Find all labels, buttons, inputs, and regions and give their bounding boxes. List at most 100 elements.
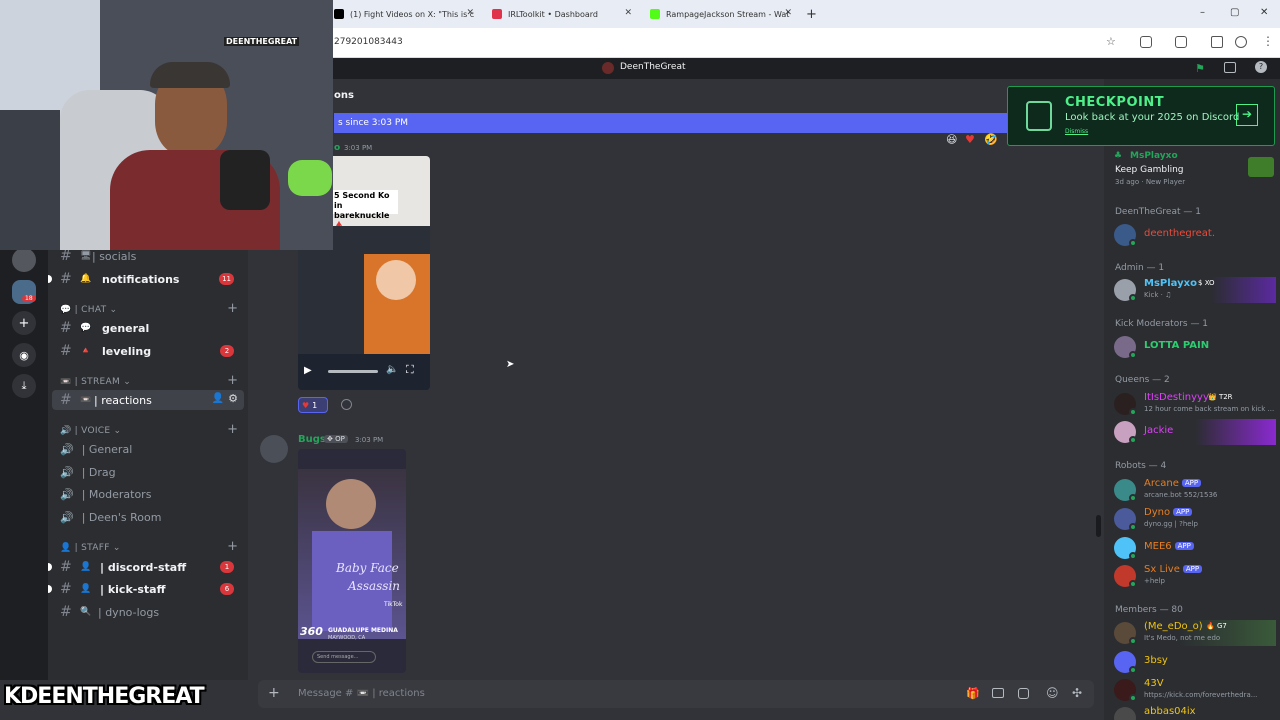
apps-icon[interactable]: ✣ [1072, 686, 1082, 700]
member-row[interactable]: Arcane APP arcane.bot 552/1536 [1114, 477, 1276, 503]
mouse-cursor-icon: ➤ [506, 359, 515, 370]
close-tab-icon[interactable]: ✕ [624, 8, 632, 18]
message-author[interactable]: o [334, 143, 340, 153]
invite-icon[interactable]: 👤 [212, 393, 224, 404]
create-channel-icon[interactable]: + [227, 422, 238, 437]
member-row[interactable]: 43V https://kick.com/foreverthedra... [1114, 677, 1276, 703]
volume-icon[interactable]: 🔈 [386, 364, 398, 375]
message-author[interactable]: Bugs [298, 434, 326, 445]
chat-scrollbar[interactable] [1096, 515, 1101, 537]
rofl-emoji-icon[interactable]: 🤣 [984, 133, 998, 146]
category-chat[interactable]: 💬 | CHAT ⌄ [60, 305, 117, 315]
channel-notifications[interactable]: # 🔔 notifications 11 [48, 269, 244, 289]
tiktok-video-attachment[interactable]: Baby Face Assassin TikTok 360 GUADALUPE … [298, 449, 406, 673]
new-messages-bar[interactable]: s since 3:03 PM [334, 113, 1104, 133]
heart-emoji-icon[interactable]: ♥ [965, 133, 975, 146]
online-status [1129, 580, 1137, 588]
add-server-icon[interactable]: + [12, 311, 36, 335]
browser-menu-icon[interactable]: ⋮ [1262, 34, 1274, 48]
cast-icon[interactable] [1175, 36, 1187, 48]
attach-plus-icon[interactable]: + [268, 685, 280, 701]
fullscreen-icon[interactable]: ⛶ [406, 363, 414, 377]
member-row[interactable]: MEE6 APP [1114, 535, 1276, 561]
settings-gear-icon[interactable]: ⚙ [228, 392, 238, 405]
member-row[interactable]: MsPlayxo $ XO Kick · ♫ [1114, 277, 1276, 303]
category-stream[interactable]: 📼 | STREAM ⌄ [60, 377, 131, 387]
server-avatar[interactable] [12, 248, 36, 272]
voice-channel-drag[interactable]: 🔊 | Drag [60, 466, 116, 479]
create-channel-icon[interactable]: + [227, 373, 238, 388]
category-staff[interactable]: 👤 | STAFF ⌄ [60, 543, 121, 553]
voice-channel-moderators[interactable]: 🔊 | Moderators [60, 488, 151, 501]
close-tab-icon[interactable]: ✕ [784, 8, 792, 18]
gif-icon[interactable] [992, 688, 1004, 698]
minimize-button[interactable]: – [1200, 7, 1205, 18]
category-label: | VOICE [74, 426, 111, 436]
new-messages-text: s since 3:03 PM [338, 118, 409, 128]
hash-icon: # [60, 559, 72, 575]
voice-channel-general[interactable]: 🔊 | General [60, 443, 132, 456]
checkpoint-arrow-button[interactable]: ➔ [1236, 104, 1258, 126]
video-progress[interactable] [328, 370, 378, 373]
channel-dyno-logs[interactable]: # 🔍 | dyno-logs [48, 602, 244, 622]
member-row[interactable]: Jackie [1114, 419, 1276, 445]
op-tag-label: OP [335, 435, 345, 443]
member-status-text: It's Medo, not me edo [1144, 634, 1221, 642]
url-text[interactable]: 279201083443 [334, 37, 403, 47]
channel-discord-staff[interactable]: # 👤 | discord-staff 1 [48, 557, 244, 577]
emoji-icon[interactable]: ☺ [1046, 686, 1059, 700]
category-voice[interactable]: 🔊 | VOICE ⌄ [60, 426, 121, 436]
inbox-icon[interactable] [1224, 62, 1236, 73]
unread-dot [48, 563, 52, 571]
close-window-button[interactable]: ✕ [1260, 7, 1268, 18]
media-icon[interactable] [1211, 36, 1223, 48]
channel-leveling[interactable]: # 🔺 leveling 2 [48, 341, 244, 361]
download-icon[interactable]: ⤓ [12, 374, 36, 398]
extensions-icon[interactable] [1140, 36, 1152, 48]
browser-tab-x[interactable]: (1) Fight Videos on X: "This is c ✕ [334, 4, 474, 24]
voice-channel-deens-room[interactable]: 🔊 | Deen's Room [60, 511, 161, 524]
activity-card[interactable]: ♣ MsPlayxo Keep Gambling 3d ago · New Pl… [1114, 151, 1274, 189]
message-composer[interactable]: + Message # 📼 | reactions 🎁 ☺ ✣ [258, 680, 1094, 708]
add-reaction-icon[interactable] [341, 399, 352, 410]
bookmark-star-icon[interactable]: ☆ [1106, 35, 1116, 48]
channel-reactions[interactable]: # 📼 | reactions 👤 ⚙ [52, 390, 244, 410]
reaction-heart[interactable]: ♥ 1 [298, 397, 328, 413]
profile-icon[interactable] [1235, 36, 1247, 48]
maximize-button[interactable]: ▢ [1230, 7, 1239, 18]
member-row[interactable]: 3bsy [1114, 649, 1276, 675]
avatar[interactable] [260, 435, 288, 463]
sticker-icon[interactable] [1018, 688, 1029, 699]
member-row[interactable]: deenthegreat. [1114, 222, 1276, 248]
explore-compass-icon[interactable]: ◉ [12, 343, 36, 367]
member-row[interactable]: Dyno APP dyno.gg | ?help [1114, 506, 1276, 532]
close-tab-icon[interactable]: ✕ [466, 8, 474, 18]
play-icon[interactable]: ▶ [304, 365, 312, 376]
member-row[interactable]: LOTTA PAIN [1114, 334, 1276, 360]
member-name: deenthegreat. [1144, 228, 1216, 239]
channel-general[interactable]: # 💬 general [48, 318, 244, 338]
help-icon[interactable]: ? [1255, 61, 1267, 73]
create-channel-icon[interactable]: + [227, 301, 238, 316]
flag-icon[interactable]: ⚑ [1195, 62, 1205, 75]
member-name: Sx Live APP [1144, 564, 1203, 575]
member-row[interactable]: ItIsDestinyyy 👑 T2R 12 hour come back st… [1114, 391, 1276, 417]
member-row[interactable]: Sx Live APP +help [1114, 563, 1276, 589]
laugh-emoji-icon[interactable]: 😆 [946, 133, 957, 146]
checkpoint-banner[interactable]: CHECKPOINT Look back at your 2025 on Dis… [1007, 86, 1275, 146]
member-status-text: 12 hour come back stream on kick ... [1144, 405, 1274, 413]
message-input-placeholder[interactable]: Message # 📼 | reactions [298, 688, 425, 699]
member-row[interactable]: (Me_eDo_o) 🔥 G7 It's Medo, not me edo [1114, 620, 1276, 646]
new-tab-button[interactable]: + [806, 4, 820, 24]
gift-icon[interactable]: 🎁 [966, 687, 980, 700]
browser-tab-irltoolkit[interactable]: IRLToolkit • Dashboard ✕ [492, 4, 632, 24]
member-row[interactable]: abbas04ix [1114, 705, 1276, 720]
reaction-count: 1 [312, 400, 318, 410]
server-icon [602, 62, 614, 74]
dismiss-link[interactable]: Dismiss [1065, 128, 1088, 135]
channel-kick-staff[interactable]: # 👤 | kick-staff 6 [48, 579, 244, 599]
create-channel-icon[interactable]: + [227, 539, 238, 554]
cassette-icon: 📼 [80, 395, 92, 405]
browser-tab-kick[interactable]: RampageJackson Stream - Wat ✕ [650, 4, 792, 24]
hash-icon: # [60, 392, 72, 408]
